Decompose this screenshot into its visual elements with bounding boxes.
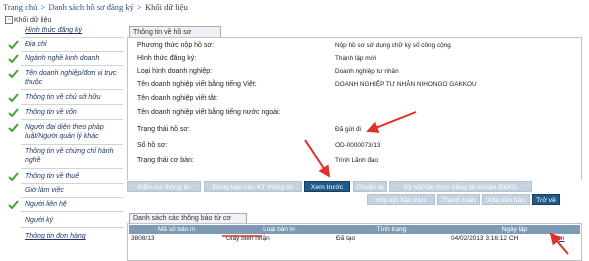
section-tab-notices: Danh sách các thông báo từ cơ quan ĐKKD: [129, 213, 247, 232]
check-icon: [8, 123, 19, 132]
info-row: Hình thức đăng ký: Thành lập mới: [137, 53, 577, 64]
tree-root[interactable]: − Khối dữ liệu: [5, 16, 51, 25]
sidebar-divider: [21, 104, 123, 105]
record-info-panel: Phương thức nộp hồ sơ: Nộp hồ sơ sử dụng…: [127, 37, 582, 182]
sidebar: − Khối dữ liệu Hình thức đăng ký Địa chỉ …: [3, 16, 123, 261]
column-header: Ngày lập: [501, 226, 528, 233]
sidebar-item-address[interactable]: Địa chỉ: [25, 40, 123, 49]
sidebar-item-capital[interactable]: Thông tin về vốn: [25, 108, 123, 117]
notice-code: 3808/13: [131, 235, 155, 242]
check-icon: [8, 54, 19, 63]
payment-button[interactable]: Thanh toán: [437, 194, 480, 205]
info-value: Thành lập mới: [335, 55, 377, 62]
info-label: Tên doanh nghiệp viết bằng tiếng Việt:: [137, 81, 257, 88]
sidebar-item-business-lines[interactable]: Ngành nghề kinh doanh: [25, 54, 123, 63]
sidebar-divider: [21, 227, 123, 228]
check-icon: [8, 69, 19, 78]
table-header: Mã số bản in Loại bản in Tình trạng Ngày…: [129, 225, 580, 234]
info-label: Phương thức nộp hồ sơ:: [137, 42, 214, 49]
sidebar-item-order-info[interactable]: Thông tin đơn hàng: [25, 232, 123, 241]
info-row: Trạng thái cơ bản: Trình Lãnh đạo: [137, 155, 577, 166]
check-icon: [8, 200, 19, 209]
breadcrumb-separator: >: [137, 2, 142, 12]
breadcrumb-home-link[interactable]: Trang chủ: [3, 2, 37, 12]
action-toolbar: Kiểm tra thông tin Đóng báo cáo KT thông…: [127, 180, 582, 212]
breadcrumb-separator: >: [40, 2, 46, 12]
sidebar-divider: [21, 183, 123, 184]
notice-date: 04/02/2013 3:16:12 CH: [451, 235, 519, 242]
info-row: Loại hình doanh nghiệp: Doanh nghiệp tư …: [137, 66, 577, 77]
sidebar-divider: [21, 51, 123, 52]
check-icon: [8, 172, 19, 181]
sidebar-item-registration-type[interactable]: Hình thức đăng ký: [25, 26, 123, 35]
info-value: Trình Lãnh đạo: [335, 157, 379, 164]
info-value: DOANH NGHIỆP TƯ NHÂN NIHONGO GAKKOU: [335, 81, 477, 88]
main-panel: Thông tin về hồ sơ Phương thức nộp hồ sơ…: [124, 16, 586, 261]
info-row: Trạng thái hồ sơ: Đã gửi đi: [137, 124, 577, 135]
check-info-button[interactable]: Kiểm tra thông tin: [127, 181, 201, 192]
close-report-button[interactable]: Đóng báo cáo KT thông tin: [204, 181, 302, 192]
cancel-sign-button[interactable]: Hủy ký/ Xác thực: [367, 194, 435, 205]
tree-root-label: Khối dữ liệu: [14, 16, 52, 24]
prepare-button[interactable]: Chuẩn bị: [353, 181, 387, 192]
column-header: Mã số bản in: [157, 226, 196, 233]
status-value: Đã gửi đi: [335, 126, 361, 133]
breadcrumb: Trang chủ > Danh sách hồ sơ đăng ký > Kh…: [3, 2, 586, 13]
check-icon: [8, 93, 19, 102]
table-row: 3808/13 Giấy biên nhận Đã tạo 04/02/2013…: [129, 234, 580, 244]
info-label: Số hồ sơ:: [137, 142, 168, 149]
sidebar-divider: [21, 144, 123, 145]
sidebar-item-signer[interactable]: Người ký: [25, 216, 123, 225]
sidebar-item-legal-representative[interactable]: Người đại diện theo pháp luật/Người quản…: [25, 123, 123, 141]
sidebar-divider: [21, 211, 123, 212]
record-number-value: OD-0000073/13: [335, 142, 381, 149]
column-header: Loại bản in: [263, 226, 295, 233]
info-label: Trạng thái hồ sơ:: [137, 126, 190, 133]
sidebar-item-contact[interactable]: Người liên hệ: [25, 200, 123, 209]
section-tab-record-info: Thông tin về hồ sơ: [129, 26, 221, 37]
info-label: Tên doanh nghiệp viết tắt:: [137, 95, 218, 102]
info-label: Hình thức đăng ký:: [137, 55, 197, 62]
sidebar-divider: [21, 119, 123, 120]
sidebar-item-company-name[interactable]: Tên doanh nghiệp/đơn vị trực thuộc: [25, 69, 123, 87]
notice-status: Đã tạo: [336, 235, 356, 242]
info-value: Nộp hồ sơ sử dụng chữ ký số công cộng: [335, 42, 451, 49]
info-row: Tên doanh nghiệp viết bằng tiếng nước ng…: [137, 107, 577, 118]
info-label: Loại hình doanh nghiệp:: [137, 68, 213, 75]
info-label: Tên doanh nghiệp viết bằng tiếng nước ng…: [137, 109, 281, 116]
sign-verify-button[interactable]: Ký số/Xác thực bằng tài khoản ĐKKD: [389, 181, 532, 192]
sidebar-item-tax[interactable]: Thông tin về thuế: [25, 172, 123, 181]
back-button[interactable]: Trở về: [532, 194, 560, 205]
delete-document-button[interactable]: Xóa văn bản: [482, 194, 530, 205]
check-icon: [8, 40, 19, 49]
sidebar-item-owner[interactable]: Thông tin về chủ sở hữu: [25, 93, 123, 102]
info-row: Tên doanh nghiệp viết tắt:: [137, 93, 577, 104]
info-label: Trạng thái cơ bản:: [137, 157, 194, 164]
info-row: Phương thức nộp hồ sơ: Nộp hồ sơ sử dụng…: [137, 40, 577, 51]
breadcrumb-current: Khối dữ liệu: [144, 2, 188, 12]
info-row: Tên doanh nghiệp viết bằng tiếng Việt: D…: [137, 79, 577, 90]
info-value: Doanh nghiệp tư nhân: [335, 68, 399, 75]
check-icon: [8, 108, 19, 117]
sidebar-divider: [21, 37, 123, 38]
notice-type: Giấy biên nhận: [226, 235, 270, 242]
sidebar-divider: [21, 65, 123, 66]
sidebar-divider: [21, 89, 123, 90]
breadcrumb-list-link[interactable]: Danh sách hồ sơ đăng ký: [48, 2, 133, 12]
notices-table: Mã số bản in Loại bản in Tình trạng Ngày…: [127, 223, 582, 261]
sidebar-divider: [21, 168, 123, 169]
info-row: Số hồ sơ: OD-0000073/13: [137, 140, 577, 151]
collapse-icon[interactable]: −: [5, 16, 13, 24]
sidebar-item-certificates[interactable]: Thông tin về chứng chỉ hành nghề: [25, 147, 123, 165]
print-link[interactable]: In: [559, 234, 564, 244]
sidebar-item-working-hours[interactable]: Giờ làm việc: [25, 186, 123, 195]
preview-button[interactable]: Xem trước: [304, 181, 350, 192]
sidebar-divider: [21, 197, 123, 198]
column-header: Tình trạng: [376, 226, 407, 233]
